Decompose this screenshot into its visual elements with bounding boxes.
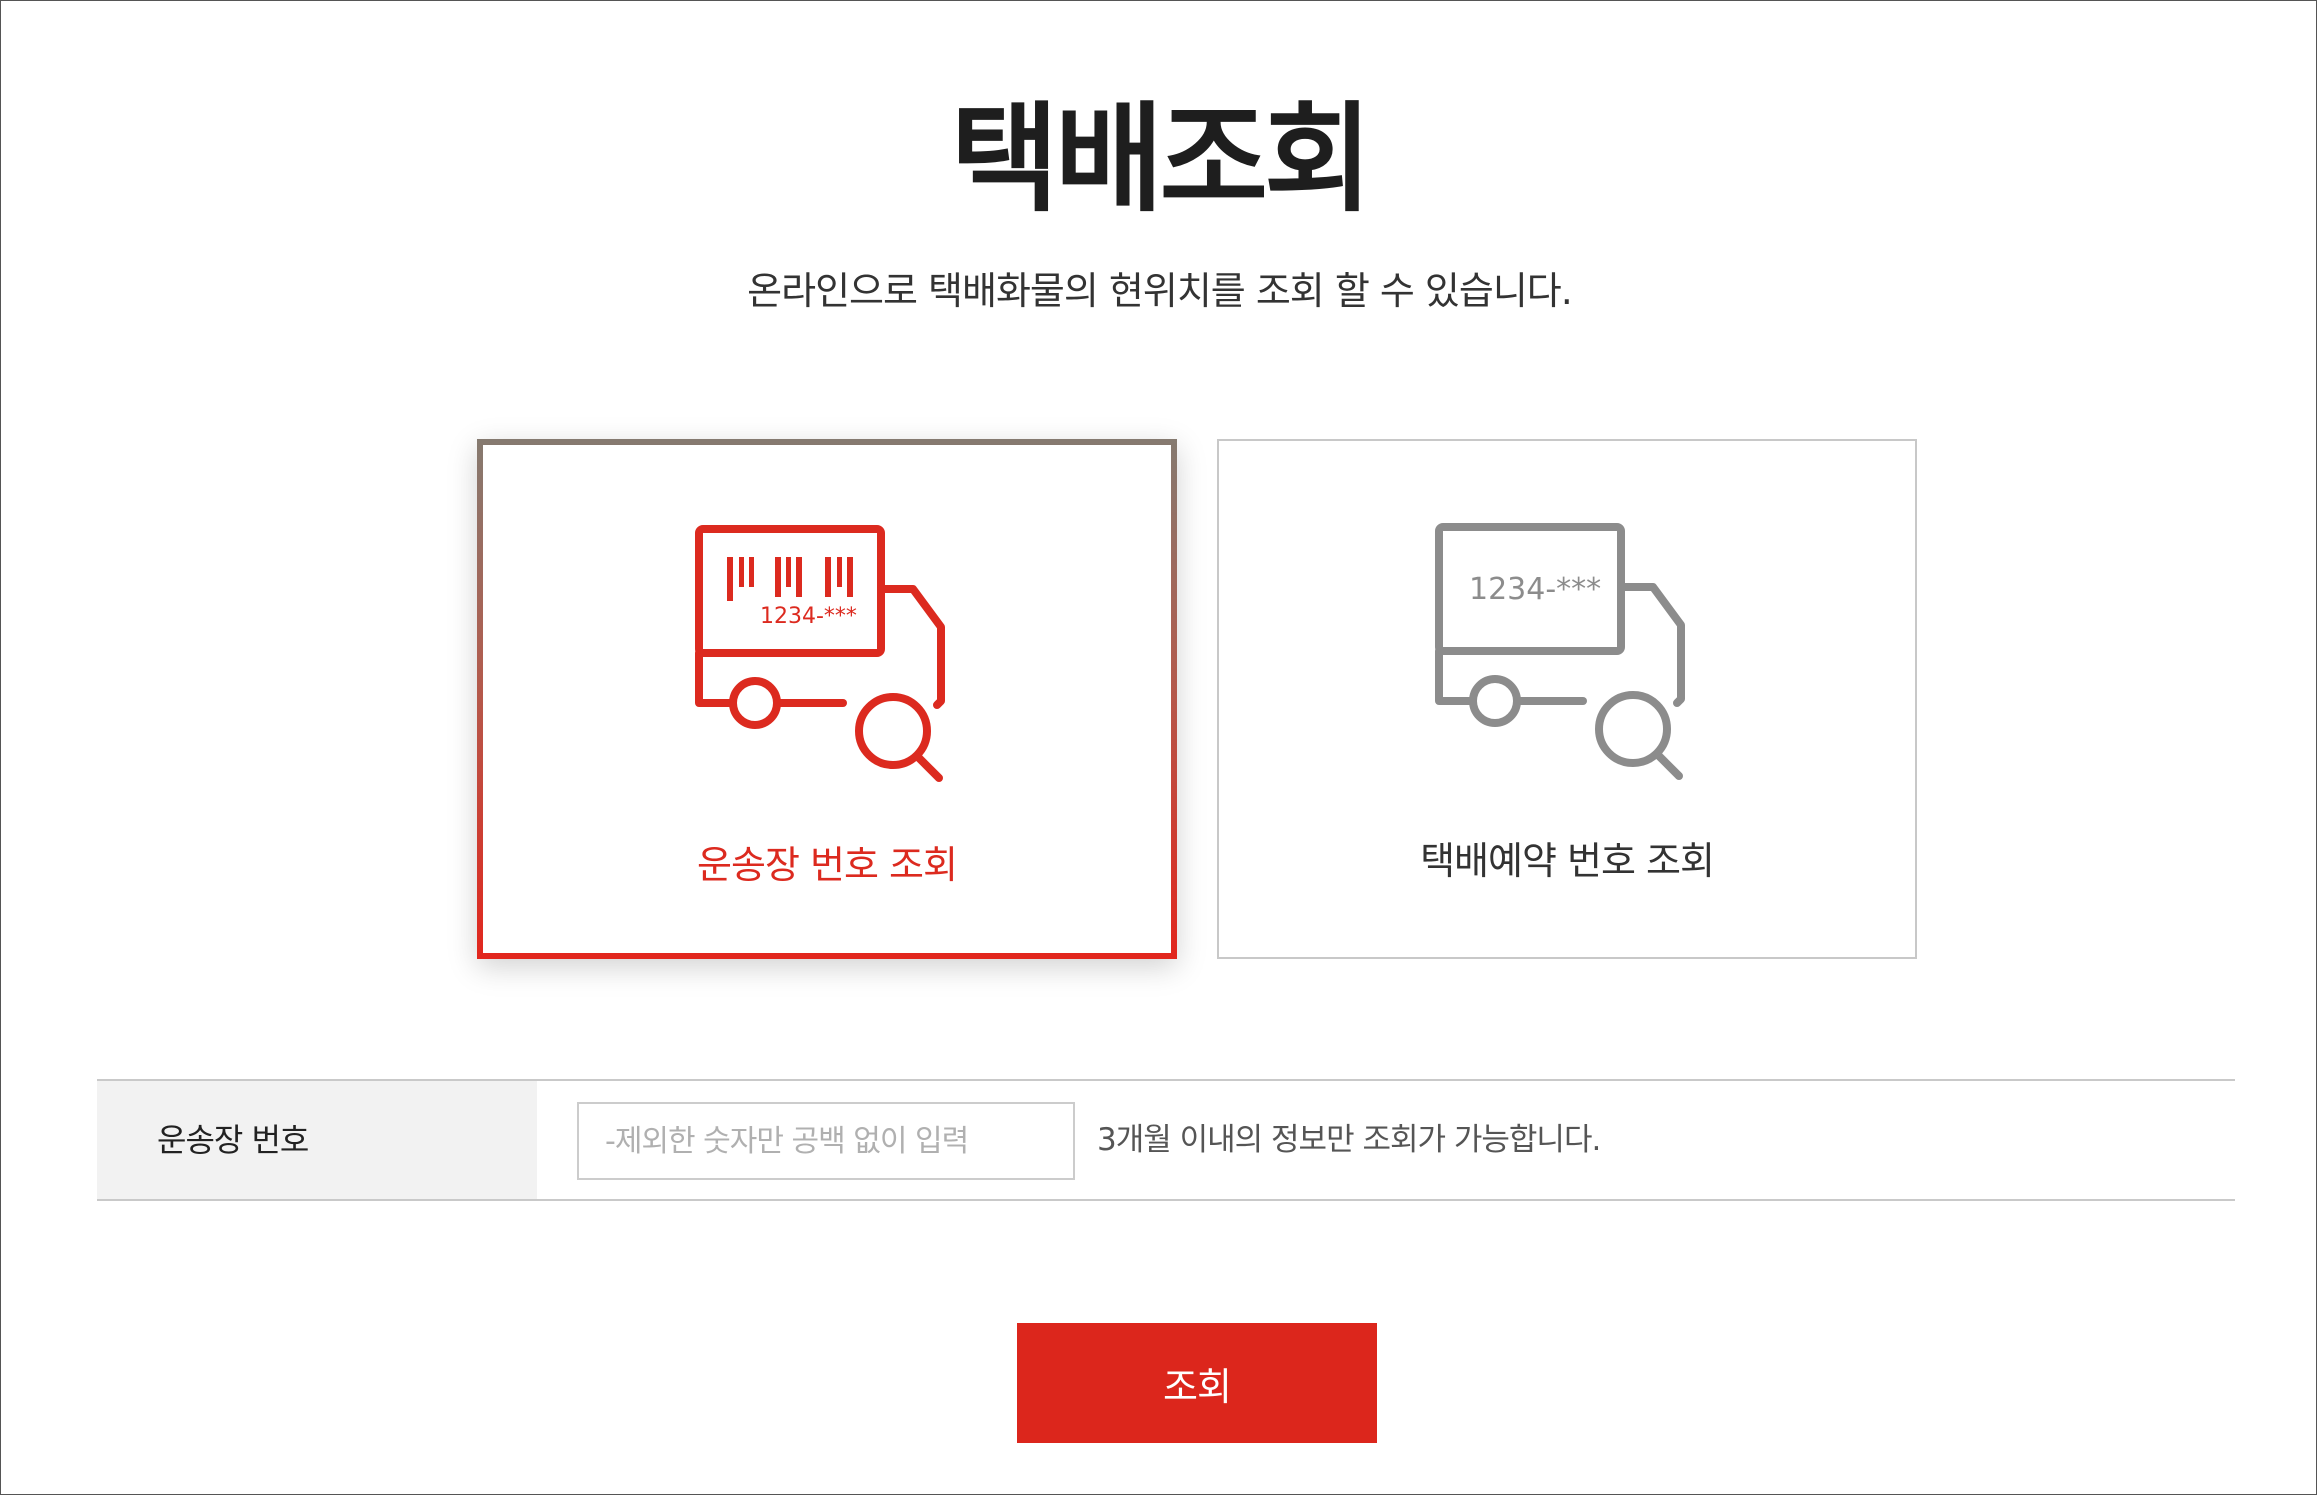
page-frame: 택배조회 온라인으로 택배화물의 현위치를 조회 할 수 있습니다. 1234-…: [0, 0, 2317, 1495]
reservation-search-label: 택배예약 번호 조회: [1420, 839, 1715, 883]
form-hint: 3개월 이내의 정보만 조회가 가능합니다.: [1097, 1122, 1601, 1158]
form-label-cell: 운송장 번호: [97, 1081, 537, 1199]
tracking-form-row: 운송장 번호 3개월 이내의 정보만 조회가 가능합니다.: [97, 1079, 2235, 1201]
barcode-truck-search-icon: 1234-***: [695, 525, 945, 782]
waybill-search-label: 운송장 번호 조회: [697, 843, 958, 887]
tracking-number-input[interactable]: [577, 1102, 1075, 1180]
truck-search-icon: 1234-***: [1435, 523, 1685, 780]
page-title: 택배조회: [950, 90, 1372, 228]
waybill-search-card[interactable]: 1234-*** 운송장 번호 조회: [477, 439, 1177, 959]
reservation-search-card[interactable]: 1234-*** 택배예약 번호 조회: [1217, 439, 1917, 959]
search-button[interactable]: 조회: [1017, 1323, 1377, 1443]
tracking-number-label: 운송장 번호: [157, 1121, 309, 1159]
page-subtitle: 온라인으로 택배화물의 현위치를 조회 할 수 있습니다.: [747, 269, 1573, 313]
icon-number-text: 1234-***: [760, 604, 857, 629]
icon-number-text: 1234-***: [1469, 572, 1601, 607]
